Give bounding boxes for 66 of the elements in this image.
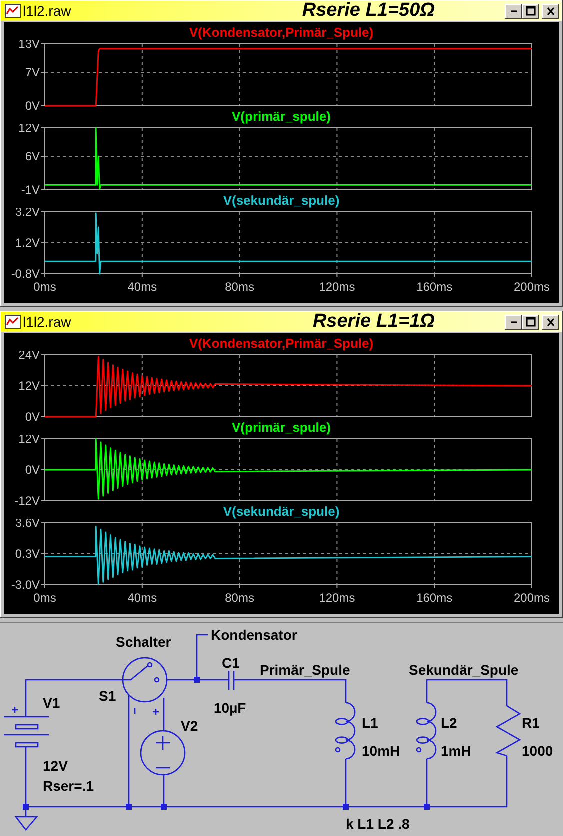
trace-title: V(sekundär_spule) — [223, 194, 340, 208]
waveform-icon — [5, 4, 21, 18]
y-tick-label: -0.8V — [11, 267, 40, 281]
y-tick-label: 12V — [18, 379, 40, 393]
x-tick-label: 40ms — [128, 280, 158, 294]
component-name: C1 — [222, 655, 240, 671]
trace-title: V(primär_spule) — [232, 110, 331, 124]
y-tick-label: 0.3V — [15, 547, 40, 561]
y-tick-label: -1V — [21, 183, 40, 194]
component-name: L2 — [441, 715, 458, 731]
window-title: Rserie L1=50Ω — [302, 1, 435, 21]
component-name: V1 — [43, 695, 60, 711]
component-value: 10µF — [214, 700, 246, 716]
minimize-button[interactable] — [505, 314, 522, 330]
x-tick-label: 0ms — [34, 280, 56, 294]
file-name: l1l2.raw — [23, 312, 72, 332]
component-value: 12V — [43, 758, 68, 774]
component-value: 1mH — [441, 743, 472, 759]
y-tick-label: 7V — [25, 66, 40, 80]
trace-title: V(Kondensator,Primär_Spule) — [189, 337, 374, 351]
x-tick-label: 0ms — [34, 591, 56, 605]
x-tick-label: 160ms — [416, 591, 453, 605]
y-tick-label: 0V — [25, 99, 40, 110]
file-name: l1l2.raw — [23, 2, 72, 20]
x-tick-label: 160ms — [416, 280, 453, 294]
maximize-icon — [526, 6, 536, 16]
close-button[interactable] — [542, 4, 559, 18]
trace-title: V(primär_spule) — [232, 421, 331, 435]
y-tick-label: 0V — [25, 463, 40, 477]
x-tick-label: 80ms — [225, 591, 254, 605]
y-tick-label: 0V — [25, 410, 40, 421]
close-button[interactable] — [542, 314, 559, 330]
x-tick-label: 200ms — [514, 280, 550, 294]
trace-title: V(Kondensator,Primär_Spule) — [189, 26, 374, 40]
net-label: Kondensator — [211, 627, 298, 643]
spice-directive: k L1 L2 .8 — [346, 816, 410, 832]
trace-title: V(sekundär_spule) — [223, 505, 340, 519]
minimize-icon — [510, 320, 518, 324]
x-tick-label: 120ms — [319, 591, 356, 605]
component-name: S1 — [99, 688, 116, 704]
x-tick-label: 40ms — [128, 591, 158, 605]
component-value: 1000 — [522, 743, 554, 759]
x-tick-label: 80ms — [225, 280, 254, 294]
maximize-icon — [526, 317, 536, 327]
window-title: Rserie L1=1Ω — [312, 312, 435, 332]
minimize-icon — [510, 10, 518, 12]
x-tick-label: 200ms — [514, 591, 550, 605]
x-tick-label: 120ms — [319, 280, 356, 294]
close-icon — [546, 6, 554, 16]
y-tick-label: 1.2V — [15, 236, 40, 250]
y-tick-label: -3.0V — [11, 578, 40, 592]
close-icon — [546, 318, 554, 326]
component-model: Schalter — [116, 634, 172, 650]
minimize-button[interactable] — [505, 4, 522, 18]
component-name: V2 — [181, 718, 198, 734]
component-parameter: Rser=.1 — [43, 778, 94, 794]
component-name: R1 — [522, 715, 540, 731]
component-name: L1 — [362, 715, 378, 731]
maximize-button[interactable] — [522, 4, 539, 18]
waveform-icon — [5, 315, 21, 329]
y-tick-label: -12V — [14, 494, 40, 505]
net-label: Primär_Spule — [260, 662, 350, 678]
net-label: Sekundär_Spule — [409, 662, 519, 678]
component-value: 10mH — [362, 743, 400, 759]
maximize-button[interactable] — [522, 314, 539, 330]
y-tick-label: 6V — [25, 150, 40, 164]
